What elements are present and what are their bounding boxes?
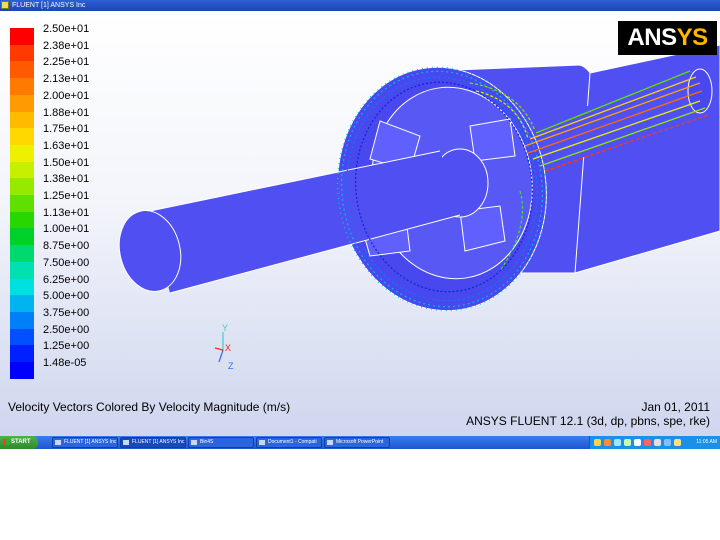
legend-swatch — [10, 44, 34, 62]
legend-swatch — [10, 128, 34, 146]
legend-level-label: 2.13e+01 — [43, 73, 90, 86]
legend-level-label: 2.50e+01 — [43, 23, 90, 35]
legend-swatch — [10, 228, 34, 246]
plot-date: Jan 01, 2011 — [641, 400, 710, 414]
plot-caption: Velocity Vectors Colored By Velocity Mag… — [8, 400, 291, 414]
network-icon[interactable] — [594, 439, 601, 446]
solver-info: ANSYS FLUENT 12.1 (3d, dp, pbns, spe, rk… — [466, 414, 710, 428]
legend-level-label: 1.88e+01 — [43, 106, 90, 119]
volume-icon[interactable] — [614, 439, 621, 446]
window-title: FLUENT [1] ANSYS Inc — [12, 2, 86, 9]
legend-level-label: 2.38e+01 — [43, 39, 90, 52]
legend-level-label: 2.50e+00 — [43, 323, 90, 336]
legend-level-label: 8.75e+00 — [43, 240, 90, 253]
fluent-app-icon — [1, 1, 9, 9]
legend-swatch — [10, 345, 34, 363]
legend-swatch — [10, 278, 34, 296]
legend-level-label: 1.25e+00 — [43, 340, 90, 353]
display-icon[interactable] — [634, 439, 641, 446]
taskbar-clock[interactable]: 11:05 AM — [696, 436, 717, 449]
x-axis-line — [214, 347, 224, 351]
legend-level-label: 3.75e+00 — [43, 306, 90, 319]
legend-level-label: 1.48e-05 — [43, 357, 87, 369]
legend-level-label: 2.00e+01 — [43, 89, 90, 102]
legend-swatch — [10, 295, 34, 313]
legend-swatch — [10, 211, 34, 229]
ansys-logo: ANS YS — [618, 21, 717, 55]
chat-icon[interactable] — [664, 439, 671, 446]
taskbar-item-fluent-1[interactable]: FLUENT [1] ANSYS Inc — [52, 437, 118, 448]
legend-level-label: 2.25e+01 — [43, 56, 90, 69]
legend-level-label: 1.25e+01 — [43, 190, 90, 202]
legend-level-label: 1.13e+01 — [43, 206, 90, 219]
legend-level-label: 1.63e+01 — [43, 139, 90, 152]
taskbar-item-document[interactable]: Document1 - Compati — [256, 437, 322, 448]
legend-swatch — [10, 28, 34, 45]
legend-swatch — [10, 111, 34, 129]
legend-swatch — [10, 78, 34, 96]
legend-level-label: 1.00e+01 — [43, 223, 90, 236]
legend-swatch — [10, 311, 34, 329]
legend-swatch — [10, 61, 34, 79]
alert-icon[interactable] — [644, 439, 651, 446]
legend-level-label: 1.75e+01 — [43, 123, 90, 136]
update-icon[interactable] — [624, 439, 631, 446]
legend-level-label: 1.38e+01 — [43, 173, 90, 186]
legend-swatch — [10, 362, 34, 379]
taskbar-item-fluent-2[interactable]: FLUENT [1] ANSYS Inc — [120, 437, 186, 448]
legend-swatch — [10, 94, 34, 112]
legend-swatch — [10, 178, 34, 196]
legend-swatch — [10, 161, 34, 179]
legend-level-label: 1.50e+01 — [43, 156, 90, 169]
legend-swatch — [10, 245, 34, 263]
axis-triad: Y X Z — [214, 324, 234, 371]
power-icon[interactable] — [674, 439, 681, 446]
legend-level-label: 5.00e+00 — [43, 290, 90, 303]
velocity-vector-scene — [118, 44, 720, 312]
system-tray: 11:05 AM — [589, 436, 720, 449]
shield-icon[interactable] — [604, 439, 611, 446]
start-button[interactable]: START — [0, 436, 38, 449]
legend-level-label: 7.50e+00 — [43, 256, 90, 269]
legend-swatch — [10, 144, 34, 162]
printer-icon[interactable] — [654, 439, 661, 446]
legend-swatch — [10, 261, 34, 279]
legend-swatch — [10, 328, 34, 346]
window-title-bar: FLUENT [1] ANSYS Inc — [0, 0, 720, 11]
legend-level-label: 6.25e+00 — [43, 273, 90, 286]
taskbar-item-bin[interactable]: Bin4S — [188, 437, 254, 448]
z-axis-line — [218, 349, 224, 363]
x-axis-label: X — [225, 343, 231, 353]
graphics-viewport[interactable]: ANS YS 2.50e+01 2.38e+01 2.25e+01 2.13e+01 2.… — [0, 11, 720, 436]
windows-taskbar: START FLUENT [1] ANSYS Inc FLUENT [1] AN… — [0, 436, 720, 449]
z-axis-label: Z — [228, 361, 234, 371]
taskbar-item-powerpoint[interactable]: Microsoft PowerPoint — [324, 437, 390, 448]
y-axis-label: Y — [222, 324, 228, 333]
legend-swatch — [10, 195, 34, 212]
